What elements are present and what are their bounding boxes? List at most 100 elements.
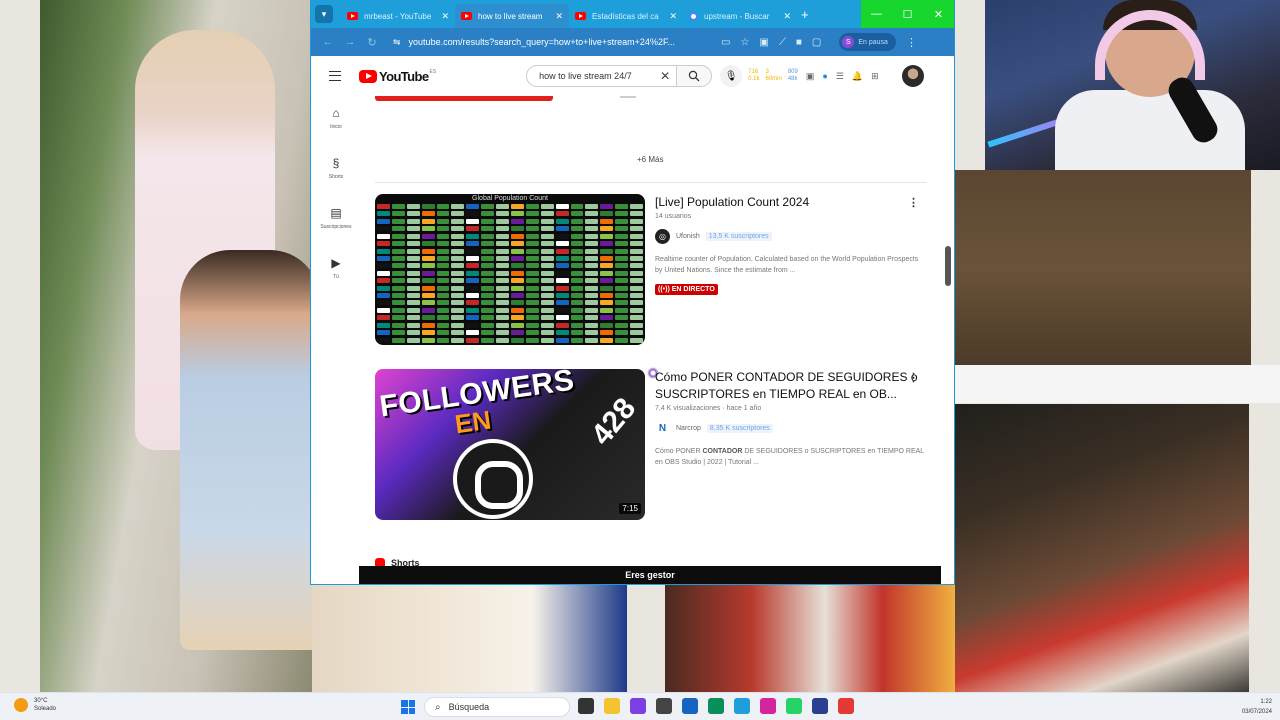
show-more-button[interactable]: +6 Más (637, 155, 663, 164)
app-icon[interactable] (656, 698, 672, 714)
flag-cell (511, 270, 524, 276)
account-avatar[interactable] (902, 65, 924, 87)
site-info-icon[interactable]: ⇋ (393, 37, 401, 48)
more-options-icon[interactable]: ⋮ (908, 371, 919, 384)
url-field[interactable]: ⇋ youtube.com/results?search_query=how+t… (393, 37, 713, 48)
weather-condition: Soleado (34, 706, 57, 712)
scrollbar-thumb[interactable] (945, 246, 951, 286)
clear-search-icon[interactable]: ✕ (660, 69, 670, 83)
youtube-logo[interactable]: YouTube ES (359, 69, 436, 84)
browser-menu-icon[interactable]: ⋮ (906, 36, 917, 49)
flag-cell (436, 218, 450, 224)
new-tab-button[interactable]: + (801, 7, 809, 22)
app-icon[interactable] (630, 698, 646, 714)
store-icon[interactable] (682, 698, 698, 714)
minimize-button[interactable]: — (861, 0, 892, 28)
whatsapp-icon[interactable] (786, 698, 802, 714)
stat-value: 3 (765, 69, 769, 75)
menu-icon[interactable] (329, 71, 341, 81)
flag-cell (406, 248, 420, 254)
extension-icon[interactable]: ⟋ (779, 37, 786, 48)
flag-cell (391, 278, 405, 284)
flag-cell (436, 315, 450, 321)
instagram-icon[interactable] (760, 698, 776, 714)
start-button[interactable] (401, 700, 415, 714)
flag-cell (451, 241, 465, 247)
sidebar-item-suscripciones[interactable]: ▤ Suscripciones (311, 196, 361, 246)
channel-avatar[interactable]: N (655, 421, 670, 436)
search-icon (688, 70, 700, 82)
close-icon[interactable]: ✕ (441, 11, 449, 22)
install-app-icon[interactable]: ▭ (721, 37, 730, 48)
flag-cell (525, 255, 539, 261)
flag-cell (555, 270, 569, 276)
video-title[interactable]: [Live] Population Count 2024 (655, 194, 925, 211)
sidebar-item-tu[interactable]: ▶ Tú (311, 246, 361, 296)
close-icon[interactable]: ✕ (783, 11, 791, 22)
extensions-puzzle-icon[interactable]: ▢ (812, 37, 821, 48)
browser-icon[interactable] (734, 698, 750, 714)
manager-banner[interactable]: Eres gestor (359, 566, 941, 584)
system-clock[interactable]: 1:22 03/07/2024 (1242, 697, 1272, 717)
flag-cell (630, 285, 643, 291)
video-title[interactable]: Cómo PONER CONTADOR DE SEGUIDORES o SUSC… (655, 369, 925, 403)
profile-button[interactable]: S En pausa (839, 33, 896, 51)
search-results: +6 Más Global Population Count [Live] Po… (375, 96, 935, 584)
list-icon[interactable]: ☰ (836, 71, 844, 82)
flag-cell (600, 263, 614, 269)
flag-cell (570, 263, 584, 269)
extension-icon[interactable]: ■ (796, 37, 802, 48)
extension-icon[interactable]: ▣ (759, 37, 768, 48)
weather-widget[interactable]: 30°C Soleado (14, 697, 56, 713)
video-thumbnail[interactable]: Global Population Count (375, 194, 645, 345)
stat-value: 809 (787, 69, 798, 75)
sidebar-item-inicio[interactable]: ⌂ Inicio (311, 96, 361, 146)
close-icon[interactable]: ✕ (555, 11, 563, 22)
bookmark-star-icon[interactable]: ☆ (740, 37, 749, 48)
flag-cell (451, 300, 465, 306)
flag-cell (525, 233, 539, 239)
create-video-icon[interactable]: ⊞ (871, 71, 879, 82)
globe-icon[interactable]: ● (822, 71, 827, 82)
tab-estadisticas[interactable]: Estadísticas del ca ✕ (569, 4, 683, 28)
channel-row[interactable]: ◎ Ufonish 13,5 K suscriptores (655, 229, 925, 244)
channel-name[interactable]: Ufonish (676, 233, 700, 240)
app-icon[interactable] (838, 698, 854, 714)
search-input[interactable]: how to live stream 24/7 ✕ (526, 65, 677, 87)
video-thumbnail[interactable]: FOLLOWERS EN 428 7:15 (375, 369, 645, 520)
flag-cell (540, 233, 554, 239)
notifications-icon[interactable]: 🔔 (852, 71, 863, 82)
video-result[interactable]: Global Population Count [Live] Populatio… (375, 194, 927, 346)
background-photo-family (953, 404, 1249, 692)
flag-cell (436, 233, 450, 239)
tab-search-menu[interactable]: ▾ (315, 5, 333, 23)
subscriptions-icon: ▤ (330, 206, 342, 220)
tab-how-to-live-stream[interactable]: how to live stream ✕ (455, 4, 569, 28)
maximize-button[interactable]: ☐ (892, 0, 923, 28)
video-result[interactable]: FOLLOWERS EN 428 7:15 Cómo PONER CONTADO… (375, 367, 927, 521)
app-icon[interactable] (708, 698, 724, 714)
flag-cell (451, 278, 465, 284)
more-options-icon[interactable]: ⋮ (908, 196, 919, 209)
taskbar-search[interactable]: ⌕ Búsqueda (424, 697, 570, 717)
close-window-button[interactable]: ✕ (923, 0, 954, 28)
flag-cell (511, 330, 524, 336)
channel-name[interactable]: Narcrop (676, 425, 701, 432)
tab-upstream[interactable]: upstream - Buscar ✕ (683, 4, 797, 28)
file-explorer-icon[interactable] (604, 698, 620, 714)
task-view-icon[interactable] (578, 698, 594, 714)
forward-arrow-icon[interactable]: → (339, 36, 361, 48)
app-icon[interactable] (812, 698, 828, 714)
camera-icon[interactable]: ▣ (806, 71, 815, 82)
channel-avatar[interactable]: ◎ (655, 229, 670, 244)
reload-icon[interactable]: ↻ (361, 36, 383, 49)
tab-mrbeast[interactable]: mrbeast - YouTube ✕ (341, 4, 455, 28)
search-button[interactable] (676, 65, 713, 87)
back-arrow-icon[interactable]: ← (317, 36, 339, 48)
channel-row[interactable]: N Narcrop 8,35 K suscriptores (655, 421, 925, 436)
sidebar-item-shorts[interactable]: § Shorts (311, 146, 361, 196)
page-scrollbar[interactable] (945, 96, 952, 584)
close-icon[interactable]: ✕ (669, 11, 677, 22)
flag-cell (525, 337, 539, 343)
voice-search-button[interactable]: 🎙 (720, 65, 743, 87)
